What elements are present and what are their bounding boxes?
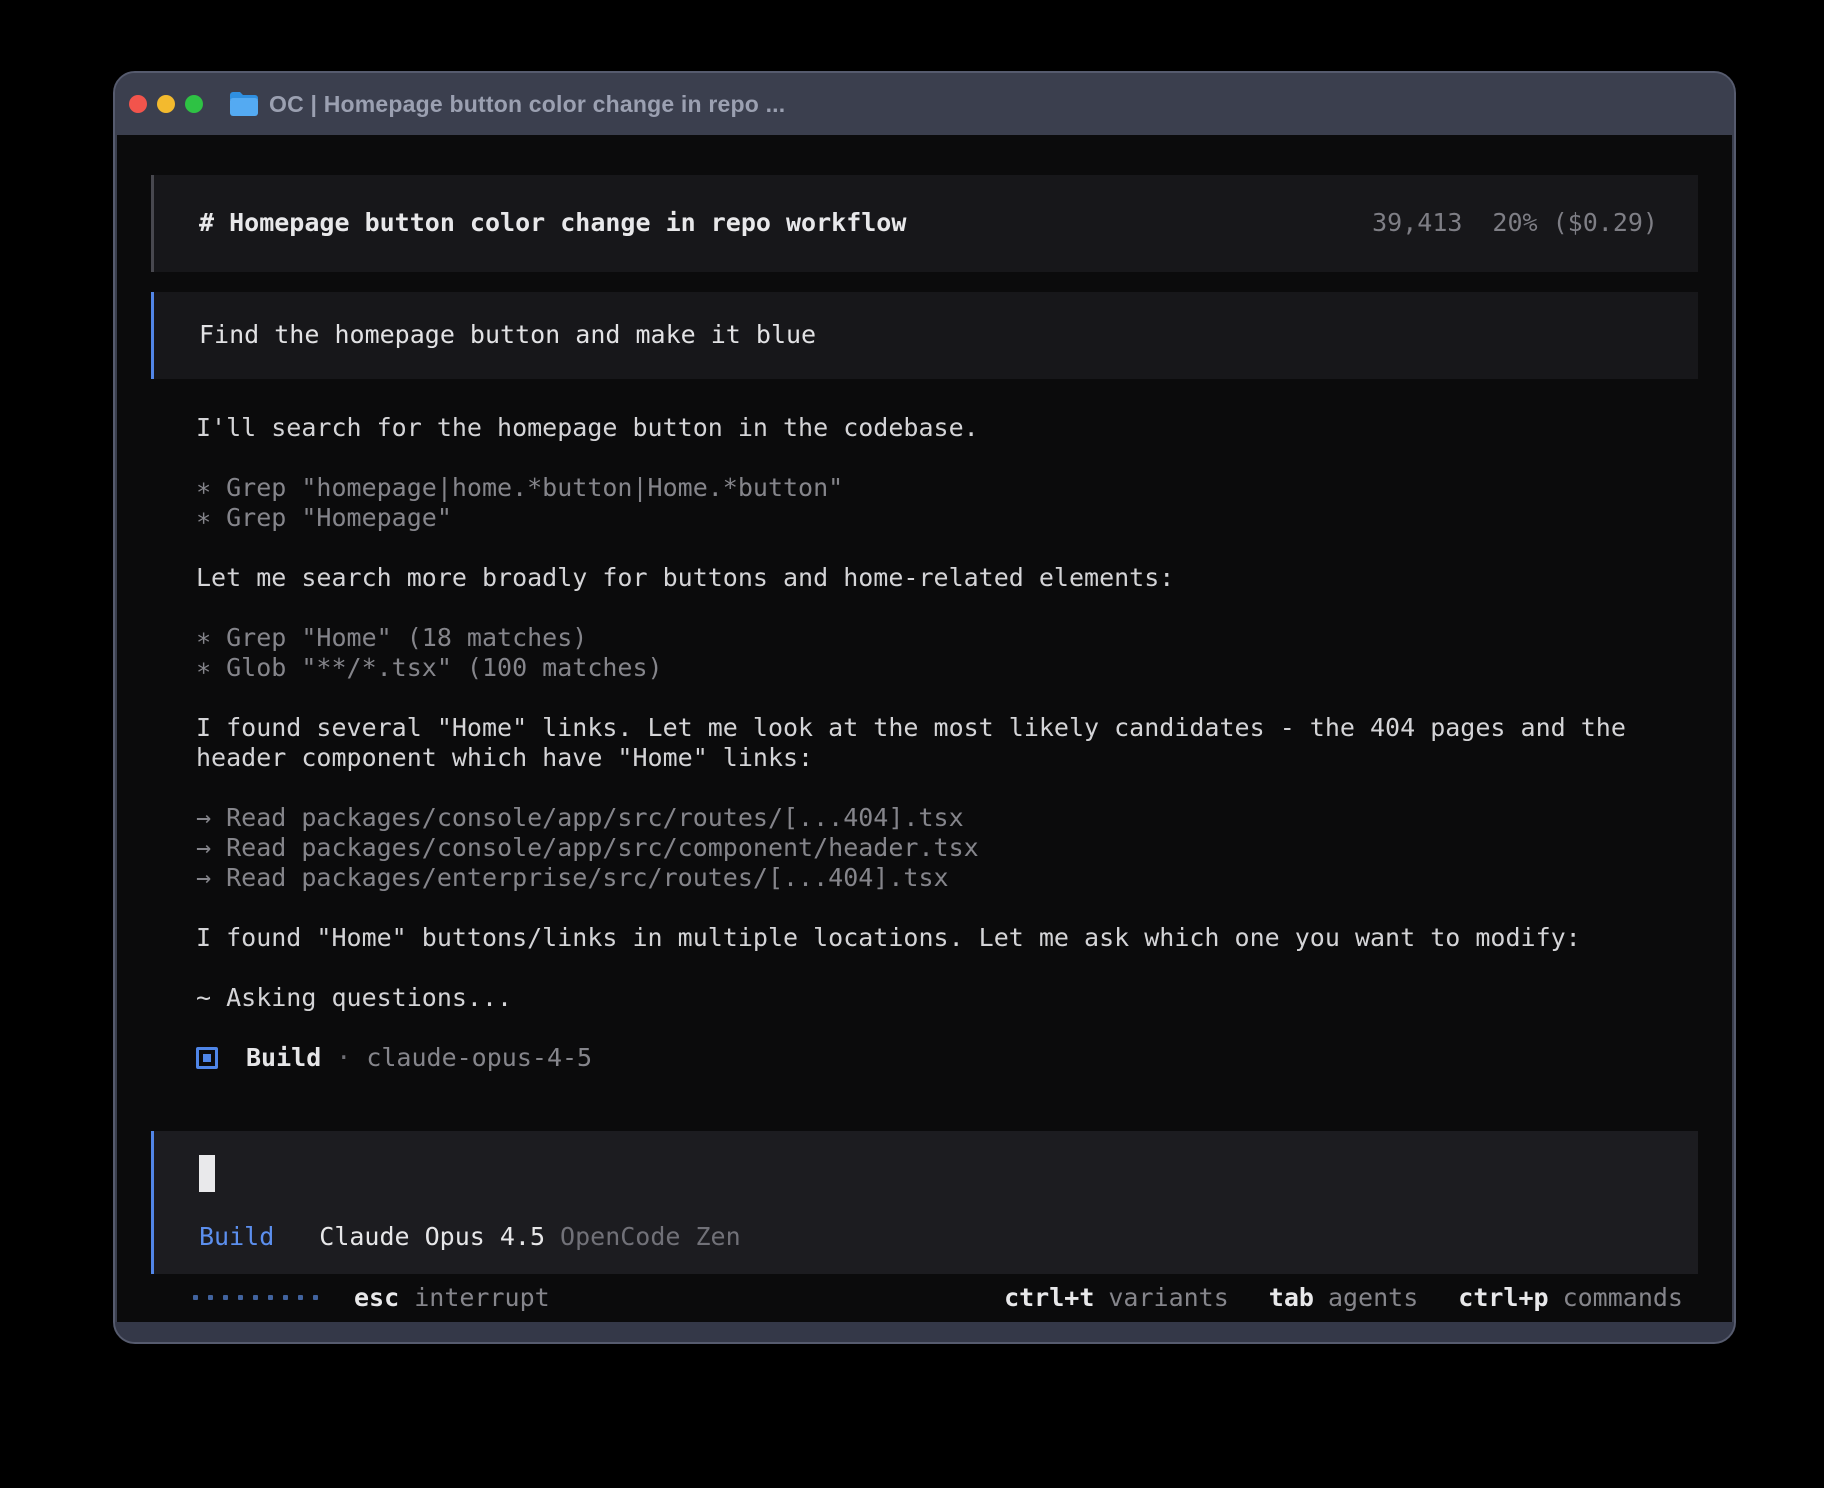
- esc-label: interrupt: [414, 1283, 549, 1312]
- titlebar[interactable]: OC | Homepage button color change in rep…: [115, 73, 1734, 135]
- session-title: # Homepage button color change in repo w…: [199, 208, 906, 238]
- esc-hint: esc interrupt: [354, 1283, 550, 1313]
- terminal-window: OC | Homepage button color change in rep…: [113, 71, 1736, 1344]
- agent-separator: ·: [336, 1043, 351, 1073]
- user-message-text: Find the homepage button and make it blu…: [199, 320, 816, 350]
- minimize-button[interactable]: [157, 95, 175, 113]
- traffic-lights: [129, 95, 203, 113]
- session-stats: 39,413 20% ($0.29): [1372, 208, 1658, 238]
- window-title: OC | Homepage button color change in rep…: [269, 91, 785, 118]
- progress-dots-icon: [193, 1295, 318, 1300]
- terminal-content: # Homepage button color change in repo w…: [117, 135, 1732, 1322]
- assistant-text: I found "Home" buttons/links in multiple…: [196, 923, 1686, 953]
- token-count: 39,413: [1372, 208, 1462, 238]
- tool-call-group: ∗ Grep "Home" (18 matches) ∗ Glob "**/*.…: [196, 623, 1686, 683]
- assistant-text: I'll search for the homepage button in t…: [196, 413, 1686, 443]
- assistant-text: Let me search more broadly for buttons a…: [196, 563, 1686, 593]
- tool-call-grep: ∗ Grep "homepage|home.*button|Home.*butt…: [196, 473, 1686, 503]
- close-button[interactable]: [129, 95, 147, 113]
- tool-call-group: ∗ Grep "homepage|home.*button|Home.*butt…: [196, 473, 1686, 533]
- status-asking: ~ Asking questions...: [196, 983, 1686, 1013]
- session-header: # Homepage button color change in repo w…: [151, 175, 1698, 272]
- user-message: Find the homepage button and make it blu…: [151, 292, 1698, 379]
- assistant-text: I found several "Home" links. Let me loo…: [196, 713, 1686, 773]
- window-bottom-edge: [115, 1322, 1734, 1342]
- model-row: Build Claude Opus 4.5 OpenCode Zen: [199, 1222, 1658, 1252]
- transcript: I'll search for the homepage button in t…: [151, 413, 1686, 1103]
- status-bar: esc interrupt ctrl+t variants tab agents…: [151, 1274, 1698, 1322]
- tool-call-read: → Read packages/console/app/src/componen…: [196, 833, 1686, 863]
- model-provider: OpenCode Zen: [560, 1222, 741, 1252]
- esc-key: esc: [354, 1283, 399, 1312]
- tool-call-grep: ∗ Grep "Home" (18 matches): [196, 623, 1686, 653]
- tool-call-glob: ∗ Glob "**/*.tsx" (100 matches): [196, 653, 1686, 683]
- tool-call-group: → Read packages/console/app/src/routes/[…: [196, 803, 1686, 893]
- agent-status-line: Build · claude-opus-4-5: [196, 1043, 1686, 1073]
- agent-name: Build: [246, 1043, 321, 1073]
- hint-agents: tab agents: [1269, 1283, 1418, 1313]
- active-agent: Build: [199, 1222, 274, 1252]
- folder-icon: [229, 91, 259, 117]
- active-model: Claude Opus 4.5: [319, 1222, 545, 1252]
- hint-variants: ctrl+t variants: [1004, 1283, 1229, 1313]
- zoom-button[interactable]: [185, 95, 203, 113]
- agent-build-icon: [196, 1047, 218, 1069]
- prompt-input[interactable]: Build Claude Opus 4.5 OpenCode Zen: [151, 1131, 1698, 1274]
- tool-call-read: → Read packages/enterprise/src/routes/[.…: [196, 863, 1686, 893]
- agent-model: claude-opus-4-5: [366, 1043, 592, 1073]
- keyboard-hints: ctrl+t variants tab agents ctrl+p comman…: [1004, 1283, 1683, 1313]
- hint-commands: ctrl+p commands: [1458, 1283, 1683, 1313]
- tool-call-grep: ∗ Grep "Homepage": [196, 503, 1686, 533]
- context-cost: 20% ($0.29): [1492, 208, 1658, 238]
- text-cursor: [199, 1155, 215, 1192]
- tool-call-read: → Read packages/console/app/src/routes/[…: [196, 803, 1686, 833]
